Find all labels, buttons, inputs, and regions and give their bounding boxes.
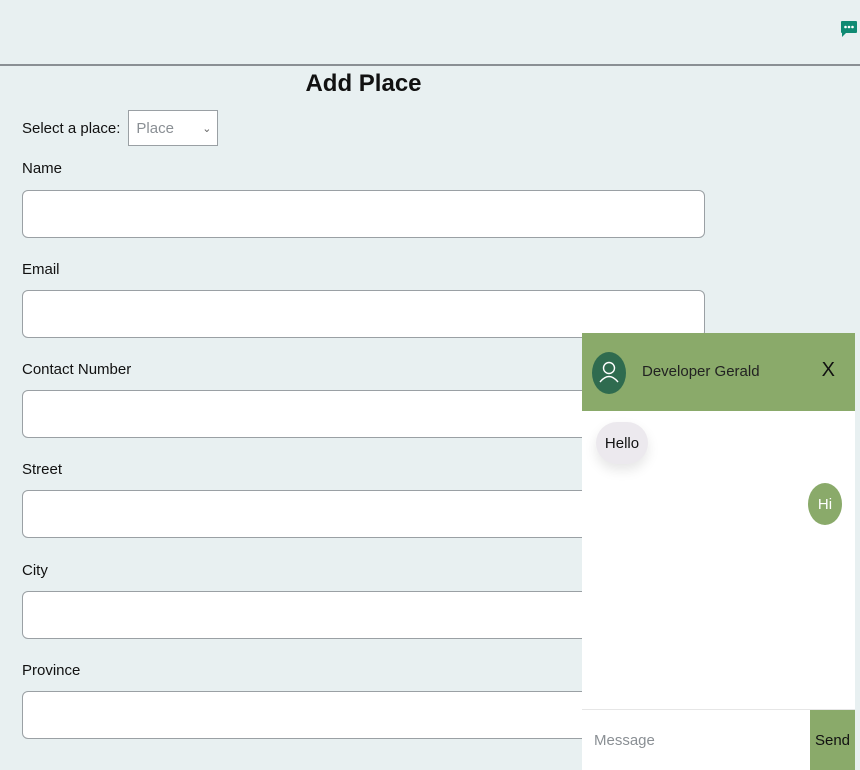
city-label: City: [22, 562, 48, 579]
top-bar: [0, 0, 860, 66]
email-input[interactable]: [22, 290, 705, 338]
place-select-row: Select a place: Place ⌄: [22, 110, 219, 146]
contact-number-label: Contact Number: [22, 361, 132, 378]
street-label: Street: [22, 461, 63, 478]
select-place-label: Select a place:: [22, 119, 121, 137]
chat-bubble-icon[interactable]: [840, 20, 858, 38]
avatar: [592, 352, 626, 394]
page-title: Add Place: [305, 70, 422, 97]
chevron-down-icon: ⌄: [202, 122, 212, 135]
email-label: Email: [22, 261, 60, 278]
chat-widget: Developer Gerald X Hello Hi Send: [582, 333, 855, 770]
chat-footer: Send: [582, 709, 855, 770]
user-icon: [599, 361, 619, 383]
name-label: Name: [22, 160, 63, 177]
province-label: Province: [22, 662, 81, 679]
page: Add Place Select a place: Place ⌄ Name E…: [0, 0, 860, 770]
send-button[interactable]: Send: [810, 710, 855, 770]
place-select[interactable]: Place ⌄: [128, 110, 219, 146]
chat-header: Developer Gerald X: [582, 333, 855, 411]
close-chat-button[interactable]: X: [822, 359, 835, 382]
place-select-value: Place: [136, 119, 174, 137]
incoming-message: Hello: [596, 422, 648, 464]
name-input[interactable]: [22, 190, 705, 238]
outgoing-message: Hi: [808, 483, 842, 525]
chat-contact-name: Developer Gerald: [642, 363, 760, 380]
message-input[interactable]: [582, 710, 810, 770]
